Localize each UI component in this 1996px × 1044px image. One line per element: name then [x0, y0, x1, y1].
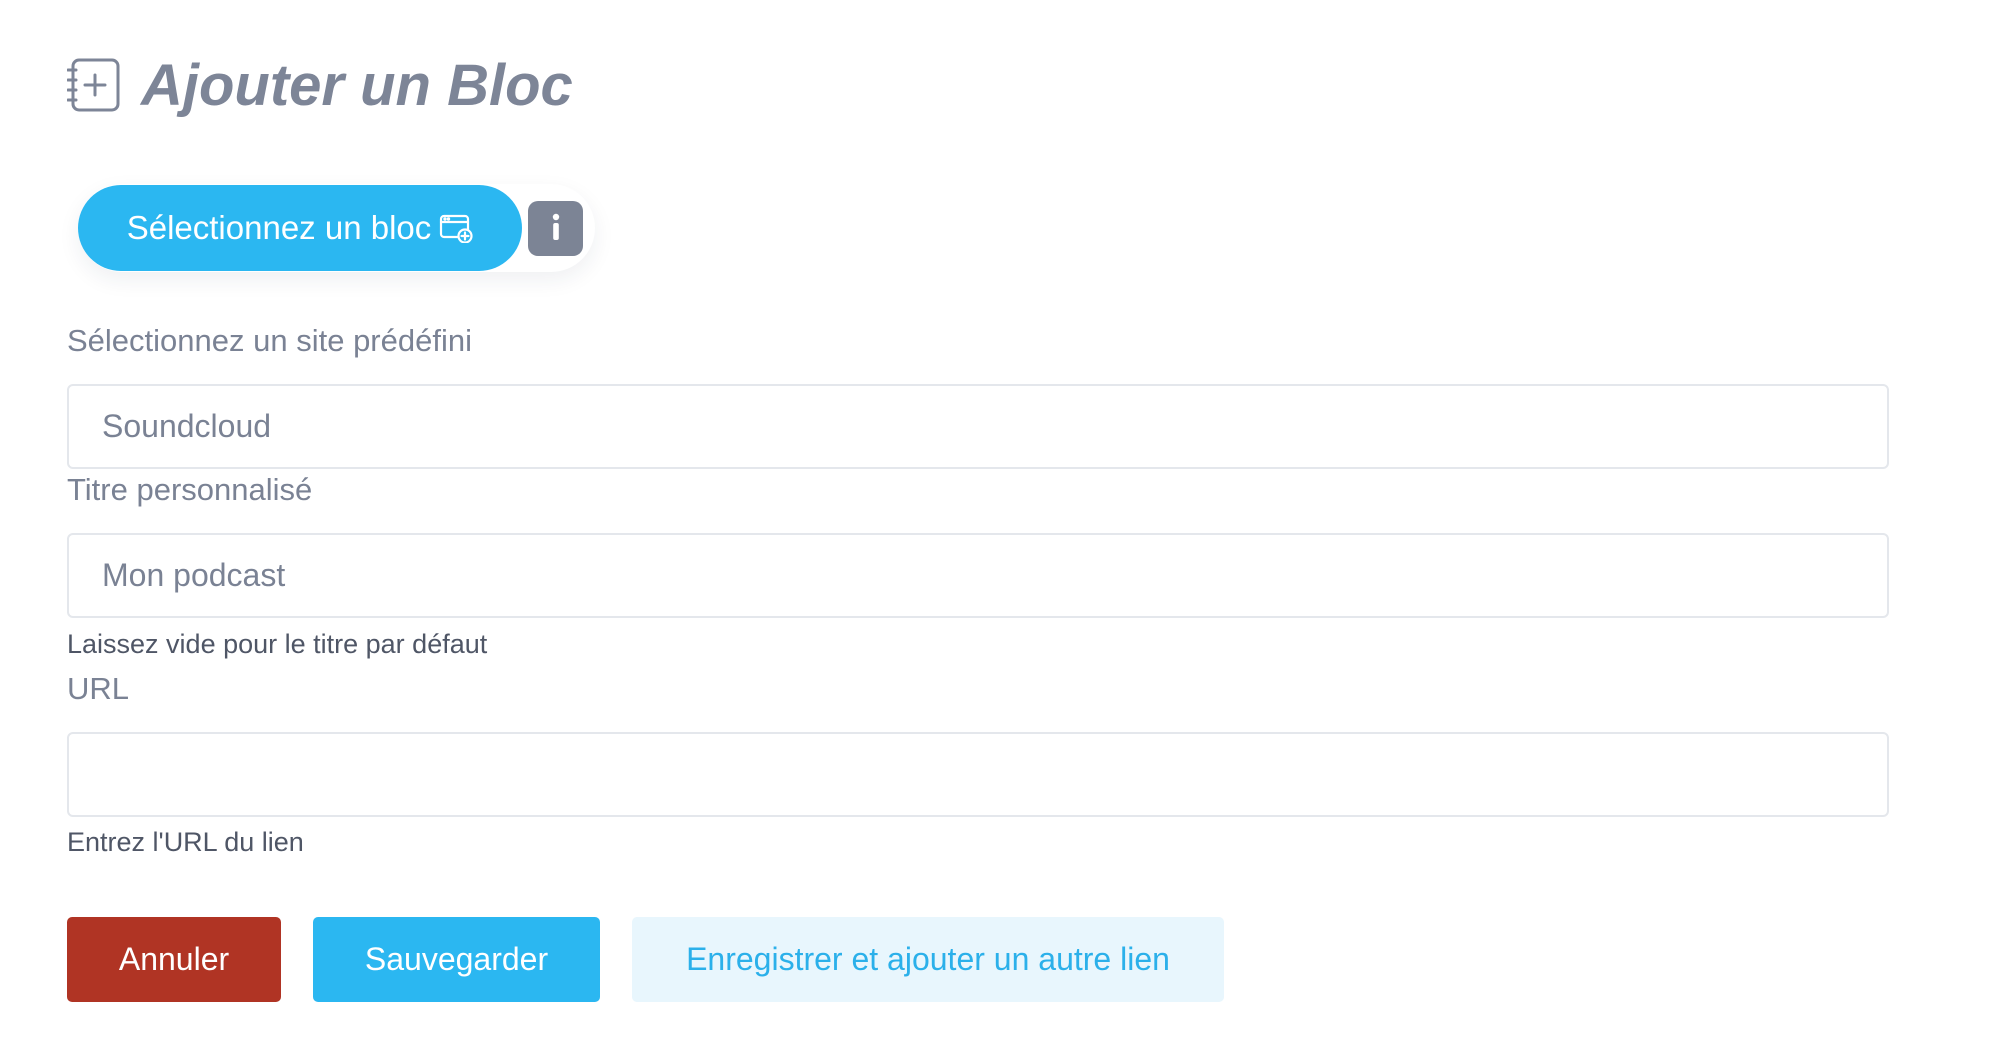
select-block-label: Sélectionnez un bloc [126, 209, 432, 246]
custom-title-input[interactable] [67, 533, 1889, 618]
add-block-page: Ajouter un Bloc Sélectionnez un bloc Sél… [0, 0, 1996, 1044]
url-input[interactable] [67, 732, 1889, 817]
info-button[interactable] [528, 200, 583, 256]
select-block-button[interactable]: Sélectionnez un bloc [78, 185, 522, 271]
predefined-site-label: Sélectionnez un site prédéfini [67, 323, 472, 358]
cancel-button[interactable]: Annuler [67, 917, 281, 1002]
block-selector: Sélectionnez un bloc [78, 184, 595, 272]
save-button[interactable]: Sauvegarder [313, 917, 600, 1002]
predefined-site-select[interactable] [67, 384, 1889, 469]
custom-title-help: Laissez vide pour le titre par défaut [67, 629, 488, 659]
info-icon [549, 212, 563, 245]
save-and-add-another-button[interactable]: Enregistrer et ajouter un autre lien [632, 917, 1224, 1002]
url-help: Entrez l'URL du lien [67, 827, 304, 857]
url-label: URL [67, 671, 130, 706]
browser-add-icon [439, 213, 473, 243]
page-header: Ajouter un Bloc [67, 50, 573, 120]
page-title: Ajouter un Bloc [141, 52, 573, 118]
add-block-icon [67, 57, 121, 113]
custom-title-label: Titre personnalisé [67, 472, 313, 507]
